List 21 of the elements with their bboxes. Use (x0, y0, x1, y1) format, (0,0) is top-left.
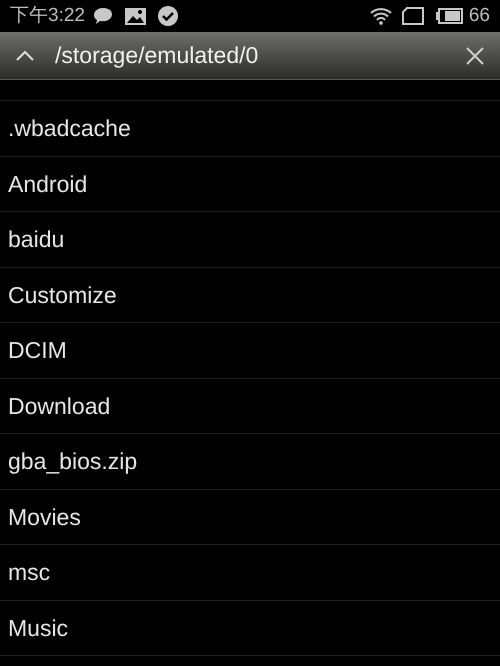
file-name[interactable]: gba_bios.zip (8, 444, 138, 478)
file-name[interactable]: Android (8, 166, 88, 201)
image-icon (124, 8, 146, 24)
battery-icon (436, 8, 463, 24)
chat-icon (92, 7, 113, 25)
file-name[interactable]: Movies (8, 500, 81, 534)
close-icon[interactable] (465, 46, 485, 66)
up-icon[interactable] (15, 50, 35, 62)
file-name[interactable]: DCIM (8, 333, 67, 368)
sim-card-icon (402, 7, 424, 25)
file-name[interactable]: Music (8, 610, 68, 645)
current-path: /storage/emulated/0 (55, 41, 258, 70)
battery-level: 66 (468, 4, 490, 28)
file-name[interactable]: .wbadcache (8, 111, 131, 146)
file-name[interactable]: baidu (8, 222, 64, 256)
status-time: 下午3:22 (10, 4, 85, 28)
file-name[interactable]: Customize (8, 278, 117, 312)
file-name[interactable]: Download (8, 388, 110, 423)
wifi-icon (370, 7, 392, 25)
file-name[interactable]: msc (8, 555, 50, 590)
check-circle-icon (158, 6, 178, 26)
